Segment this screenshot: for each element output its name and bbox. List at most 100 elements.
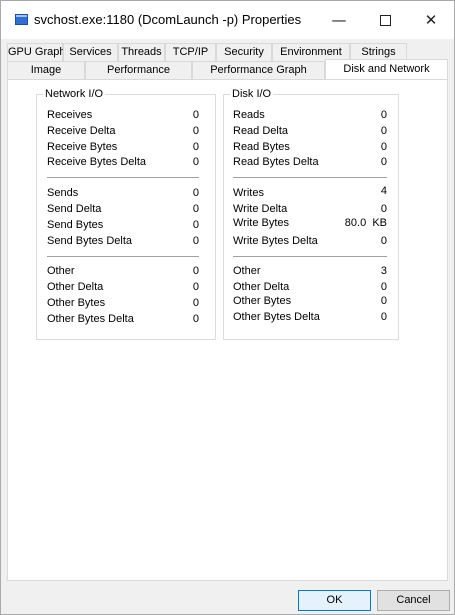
list-item: Other 3: [233, 265, 387, 280]
stat-value: 0: [192, 109, 199, 121]
stat-value: 0: [380, 311, 387, 323]
stat-label: Other Bytes Delta: [47, 313, 134, 325]
maximize-icon: [379, 14, 391, 26]
list-item: Receive Bytes 0: [47, 141, 199, 156]
stat-label: Write Bytes Delta: [233, 235, 318, 247]
stat-label: Other Bytes Delta: [233, 311, 320, 323]
list-item: Send Bytes 0: [47, 219, 199, 234]
divider: [233, 256, 387, 257]
list-item: Other Delta 0: [47, 281, 199, 296]
disk-io-title: Disk I/O: [230, 88, 274, 100]
network-io-group: Network I/O Receives 0 Receive Delta 0 R…: [36, 88, 216, 340]
network-io-title: Network I/O: [43, 88, 106, 100]
stat-value: 0: [380, 295, 387, 307]
stat-label: Other Bytes: [233, 295, 292, 307]
stat-label: Sends: [47, 187, 79, 199]
list-item: Other Bytes Delta 0: [233, 311, 387, 326]
list-item: Receive Delta 0: [47, 125, 199, 140]
stat-label: Other: [233, 265, 261, 277]
list-item: Other Delta 0: [233, 281, 387, 296]
stat-value: 0: [192, 203, 199, 215]
list-item: Read Bytes 0: [233, 141, 387, 156]
title-bar[interactable]: svchost.exe:1180 (DcomLaunch -p) Propert…: [1, 1, 454, 39]
stat-value: 4: [380, 185, 387, 197]
properties-window: svchost.exe:1180 (DcomLaunch -p) Propert…: [0, 0, 455, 615]
list-item: Other 0: [47, 265, 199, 280]
divider: [47, 177, 199, 178]
tab-row-bottom: Image Performance Performance Graph Disk…: [7, 59, 448, 79]
tab-image[interactable]: Image: [7, 61, 85, 79]
stat-label: Read Bytes Delta: [233, 156, 319, 168]
stat-label: Other: [47, 265, 75, 277]
tab-security[interactable]: Security: [216, 43, 272, 61]
list-item: Write Bytes 80.0 KB: [233, 217, 387, 232]
list-item: Receives 0: [47, 109, 199, 124]
tab-performance[interactable]: Performance: [85, 61, 192, 79]
tab-performance-graph[interactable]: Performance Graph: [192, 61, 325, 79]
stat-value: 0: [380, 141, 387, 153]
cancel-button[interactable]: Cancel: [377, 590, 450, 611]
list-item: Send Bytes Delta 0: [47, 235, 199, 250]
window-title: svchost.exe:1180 (DcomLaunch -p) Propert…: [34, 12, 302, 27]
stat-label: Write Delta: [233, 203, 288, 215]
stat-label: Receives: [47, 109, 93, 121]
list-item: Read Delta 0: [233, 125, 387, 140]
stat-value: 80.0 KB: [344, 217, 387, 229]
stat-value: 0: [380, 156, 387, 168]
stat-value: 0: [192, 281, 199, 293]
tab-disk-and-network[interactable]: Disk and Network: [325, 59, 448, 79]
stat-value: 0: [192, 125, 199, 137]
stat-value: 0: [192, 235, 199, 247]
list-item: Write Bytes Delta 0: [233, 235, 387, 250]
stat-value: 0: [192, 156, 199, 168]
stat-value: 0: [380, 203, 387, 215]
tab-threads[interactable]: Threads: [118, 43, 165, 61]
stat-label: Reads: [233, 109, 265, 121]
stat-label: Send Delta: [47, 203, 102, 215]
maximize-button[interactable]: [362, 1, 408, 39]
close-icon: ✕: [424, 11, 438, 29]
tab-services[interactable]: Services: [63, 43, 118, 61]
list-item: Reads 0: [233, 109, 387, 124]
stat-value: 0: [192, 187, 199, 199]
stat-value: 0: [380, 281, 387, 293]
divider: [47, 256, 199, 257]
stat-value: 0: [192, 219, 199, 231]
list-item: Other Bytes Delta 0: [47, 313, 199, 328]
stat-label: Other Delta: [47, 281, 104, 293]
close-button[interactable]: ✕: [408, 1, 454, 39]
list-item: Write Delta 0: [233, 203, 387, 218]
stat-label: Receive Delta: [47, 125, 116, 137]
stat-label: Receive Bytes Delta: [47, 156, 147, 168]
list-item: Read Bytes Delta 0: [233, 156, 387, 171]
stat-value: 0: [192, 313, 199, 325]
app-window-icon: [15, 14, 28, 25]
stat-label: Other Bytes: [47, 297, 106, 309]
stat-label: Write Bytes: [233, 217, 290, 229]
stat-label: Send Bytes Delta: [47, 235, 132, 247]
list-item: Sends 0: [47, 187, 199, 202]
stat-label: Send Bytes: [47, 219, 104, 231]
ok-button[interactable]: OK: [298, 590, 371, 611]
tab-gpu-graph[interactable]: GPU Graph: [7, 43, 65, 61]
stat-value: 0: [380, 235, 387, 247]
list-item: Writes 4: [233, 185, 387, 200]
stat-label: Read Delta: [233, 125, 289, 137]
list-item: Other Bytes 0: [233, 295, 387, 310]
stat-label: Receive Bytes: [47, 141, 118, 153]
stat-value: 0: [192, 141, 199, 153]
list-item: Other Bytes 0: [47, 297, 199, 312]
minimize-icon: —: [331, 11, 347, 29]
stat-label: Other Delta: [233, 281, 290, 293]
disk-network-panel: Network I/O Receives 0 Receive Delta 0 R…: [7, 79, 448, 581]
list-item: Send Delta 0: [47, 203, 199, 218]
tab-tcpip[interactable]: TCP/IP: [165, 43, 216, 61]
divider: [233, 177, 387, 178]
disk-io-group: Disk I/O Reads 0 Read Delta 0 Read Bytes…: [223, 88, 399, 340]
stat-value: 0: [192, 297, 199, 309]
stat-value: 0: [380, 109, 387, 121]
stat-value: 0: [380, 125, 387, 137]
stat-label: Writes: [233, 187, 264, 199]
minimize-button[interactable]: —: [316, 1, 362, 39]
stat-value: 3: [380, 265, 387, 277]
